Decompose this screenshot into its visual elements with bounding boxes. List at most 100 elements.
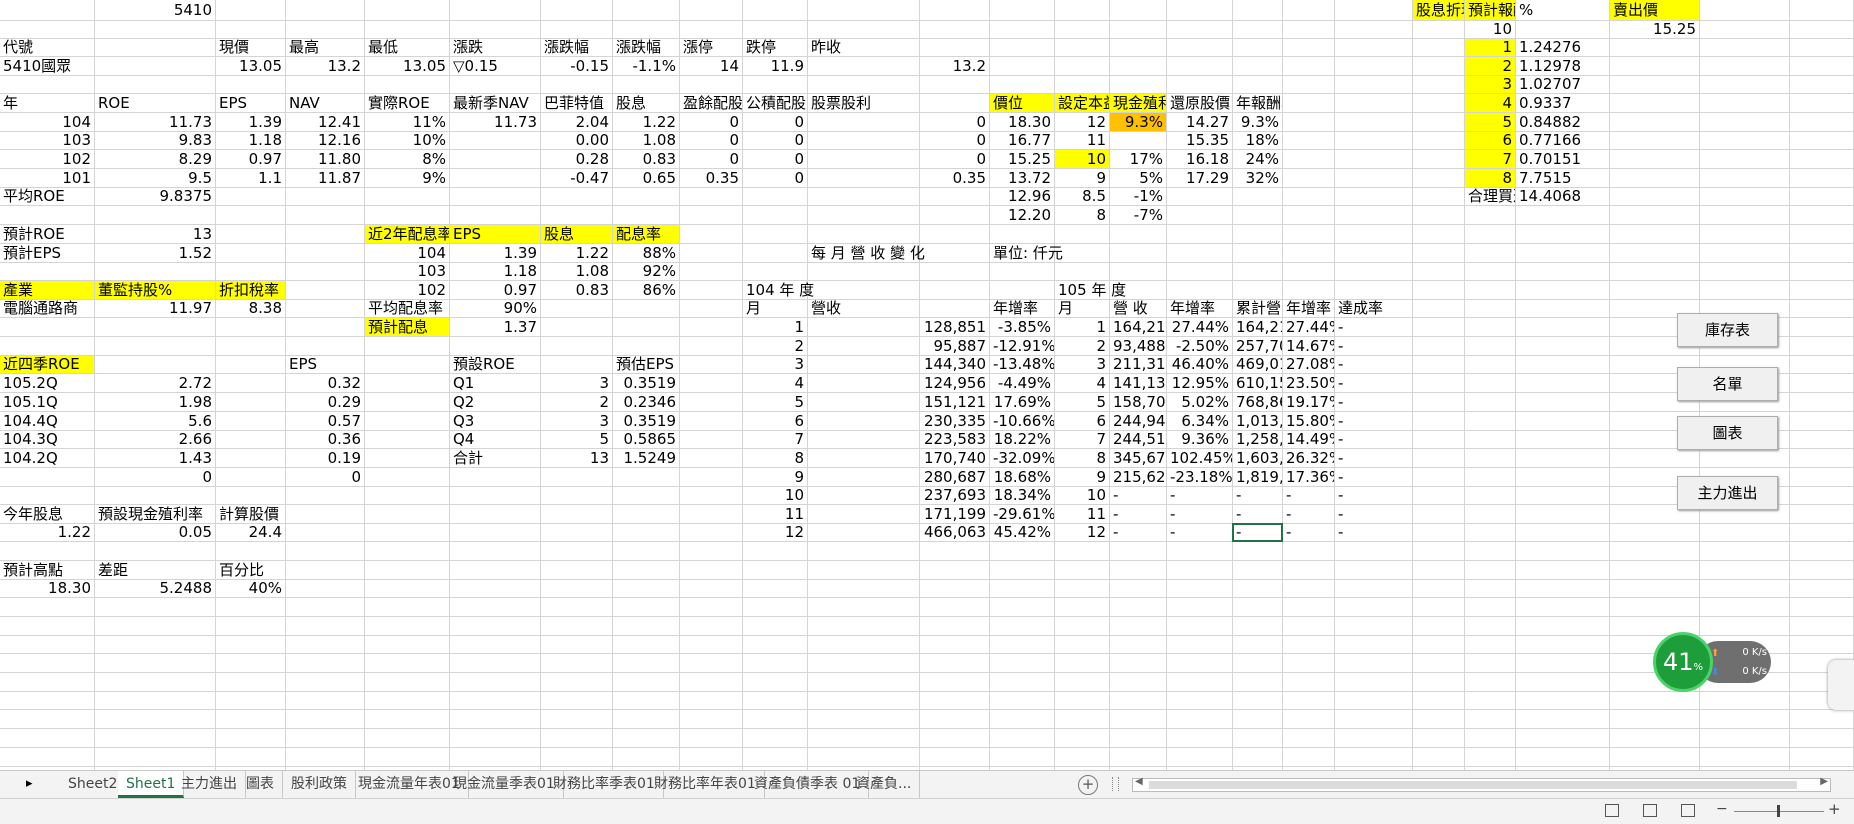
cell[interactable]: 24% <box>1233 150 1282 168</box>
cell[interactable]: - <box>1167 524 1232 541</box>
cell[interactable]: 27.44% <box>1283 318 1334 336</box>
cell[interactable]: 17% <box>1110 150 1166 168</box>
cell[interactable]: 月 <box>1055 300 1109 317</box>
cell[interactable]: Q4 <box>450 431 540 448</box>
cell[interactable]: 9.36% <box>1167 431 1232 448</box>
cell[interactable]: 10 <box>1055 150 1109 168</box>
cell[interactable]: 合計 <box>450 449 540 467</box>
cell[interactable]: 7 <box>1465 150 1515 168</box>
cell[interactable]: 103 <box>0 132 94 149</box>
cell[interactable]: 2 <box>541 393 612 411</box>
cell[interactable]: 124,956 <box>808 374 989 392</box>
cell[interactable]: 5.02% <box>1167 393 1232 411</box>
cell[interactable]: 45.42% <box>990 524 1054 541</box>
cell[interactable]: 93,488 <box>1110 337 1166 355</box>
cell[interactable]: 13 <box>541 449 612 467</box>
cell[interactable]: 5% <box>1110 169 1166 187</box>
cell[interactable]: 9.5 <box>95 169 215 187</box>
cell[interactable]: 9.3% <box>1110 113 1166 131</box>
cell[interactable]: 16.18 <box>1167 150 1232 168</box>
tab-splitter-icon[interactable] <box>1112 777 1119 791</box>
cell[interactable]: 8.38 <box>216 300 285 317</box>
cell[interactable]: % <box>1516 0 1609 20</box>
cell[interactable]: 設定本益比 <box>1055 94 1109 112</box>
cell[interactable]: - <box>1335 412 1412 430</box>
cell[interactable]: 14 <box>680 57 742 75</box>
cell[interactable]: 6 <box>743 412 807 430</box>
cell[interactable]: 0.97 <box>216 150 285 168</box>
add-sheet-icon[interactable]: + <box>1078 775 1098 795</box>
cell[interactable]: 達成率 <box>1335 300 1412 317</box>
cell[interactable]: 0 <box>743 113 807 131</box>
cell[interactable]: 年增率 <box>1167 300 1232 317</box>
cell[interactable]: 13.05 <box>365 57 449 75</box>
cell[interactable]: 價位 <box>990 94 1054 112</box>
cell[interactable]: 16.77 <box>990 132 1054 149</box>
cell[interactable]: EPS <box>286 356 364 373</box>
cell[interactable]: 0.2346 <box>613 393 679 411</box>
cell[interactable]: 8% <box>365 150 449 168</box>
cell[interactable]: 5410國眾 <box>0 57 94 75</box>
cell[interactable]: 18.30 <box>990 113 1054 131</box>
scroll-right-icon[interactable]: ▶ <box>1820 776 1828 787</box>
cell[interactable]: 10 <box>1465 21 1515 38</box>
cell[interactable]: 累計營收 <box>1233 300 1282 317</box>
cell[interactable]: 營 收 <box>1110 300 1166 317</box>
cell[interactable]: -2.50% <box>1167 337 1232 355</box>
cell[interactable]: - <box>1335 468 1412 486</box>
cell[interactable]: 2 <box>1055 337 1109 355</box>
cell[interactable]: 105.2Q <box>0 374 94 392</box>
cell[interactable]: 18.68% <box>990 468 1054 486</box>
page-layout-view-icon[interactable] <box>1643 804 1657 817</box>
cell[interactable]: NAV <box>286 94 364 112</box>
cell[interactable]: 0 <box>286 468 364 486</box>
cell[interactable]: 3 <box>743 356 807 373</box>
cell[interactable]: 1.1 <box>216 169 285 187</box>
cell[interactable]: 營收 <box>808 300 919 317</box>
cell[interactable]: 10 <box>743 487 807 504</box>
cell[interactable]: 105.1Q <box>0 393 94 411</box>
cell[interactable]: -29.61% <box>990 505 1054 523</box>
cell[interactable]: 15.35 <box>1167 132 1232 149</box>
cell[interactable]: 1.18 <box>450 263 540 280</box>
cell[interactable]: - <box>1283 505 1334 523</box>
cell[interactable]: 1.43 <box>95 449 215 467</box>
cell[interactable]: 百分比 <box>216 561 285 579</box>
cell[interactable]: 0.32 <box>286 374 364 392</box>
cell[interactable]: 13.2 <box>808 57 989 75</box>
cell[interactable]: 1.5249 <box>613 449 679 467</box>
cell[interactable]: 1.24276 <box>1516 39 1609 56</box>
zoom-in-icon[interactable]: + <box>1828 800 1841 818</box>
cell[interactable]: 5.2488 <box>95 580 215 597</box>
spreadsheet-grid[interactable]: 5410 代號 現價 最高 最低 漲跌 漲跌幅 漲跌幅 漲停 跌停 昨收 5410國眾 13.05 13.… <box>0 0 1854 770</box>
cell[interactable]: 9 <box>1055 468 1109 486</box>
sheet-tab[interactable]: Sheet2 <box>60 771 127 798</box>
cell[interactable]: - <box>1335 337 1412 355</box>
scroll-left-icon[interactable]: ◀ <box>1135 776 1143 787</box>
cell[interactable]: 466,063 <box>808 524 989 541</box>
cell[interactable]: 18.34% <box>990 487 1054 504</box>
cell[interactable]: 5.6 <box>95 412 215 430</box>
cell[interactable]: 1.39 <box>216 113 285 131</box>
cell[interactable]: 年增率 <box>1283 300 1334 317</box>
cell[interactable]: 0.28 <box>541 150 612 168</box>
cell[interactable]: 9% <box>365 169 449 187</box>
cell[interactable]: 0 <box>808 113 989 131</box>
cell[interactable]: 股票股利 <box>808 94 919 112</box>
cell[interactable]: 0.35 <box>808 169 989 187</box>
cell[interactable]: 101 <box>0 169 94 187</box>
cell[interactable]: 12.41 <box>286 113 364 131</box>
zoom-slider-thumb[interactable] <box>1777 805 1780 817</box>
cell[interactable]: 0.57 <box>286 412 364 430</box>
cell[interactable]: 漲跌 <box>450 39 540 56</box>
cell[interactable]: 11 <box>1055 505 1109 523</box>
cell[interactable]: 4 <box>1465 94 1515 112</box>
cell[interactable]: 11.9 <box>743 57 807 75</box>
zoom-slider[interactable] <box>1734 805 1824 817</box>
cell[interactable]: 預計報酬率 <box>1465 0 1515 20</box>
cell[interactable]: 0.3519 <box>613 412 679 430</box>
cell[interactable]: 0.19 <box>286 449 364 467</box>
cell[interactable]: - <box>1335 487 1412 504</box>
cell[interactable]: 11.87 <box>286 169 364 187</box>
cell[interactable]: 近四季ROE <box>0 356 94 373</box>
